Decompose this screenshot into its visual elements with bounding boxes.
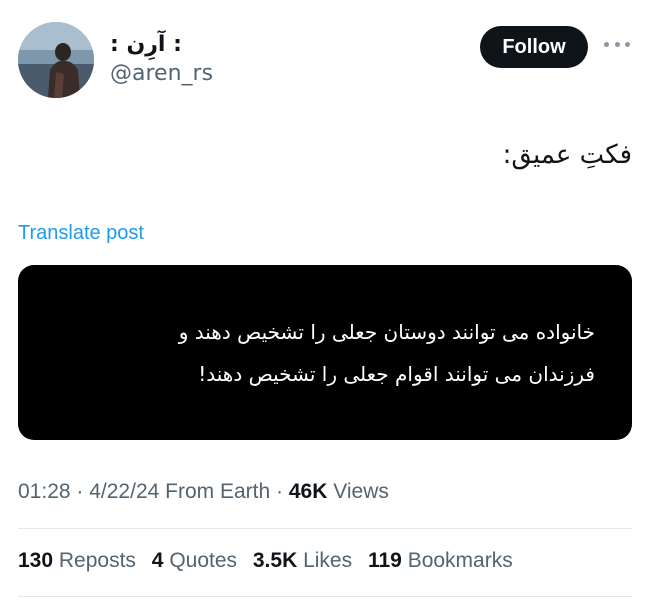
more-horizontal-icon[interactable] — [604, 38, 630, 50]
dot — [604, 41, 609, 47]
quotes-label: Quotes — [169, 549, 238, 572]
separator: · — [76, 480, 90, 503]
post-source: From Earth — [165, 480, 271, 503]
post-media-image[interactable]: خانواده می توانند دوستان جعلی را تشخیص د… — [18, 265, 632, 440]
dot — [614, 41, 620, 47]
author-handle[interactable]: @aren_rs — [110, 60, 213, 88]
likes-count: 3.5K — [252, 549, 298, 572]
quotes-count: 4 — [151, 549, 164, 572]
avatar[interactable] — [18, 22, 94, 98]
bookmarks-count: 119 — [367, 549, 402, 572]
engagement-stats: 130 Reposts 4 Quotes 3.5K Likes 119 Book… — [18, 549, 523, 573]
quotes-stat[interactable]: 4 Quotes — [152, 549, 237, 572]
post-header: ꞉ آرِن ꞉ @aren_rs Follow — [18, 22, 633, 102]
profile-photo — [18, 22, 94, 98]
divider — [18, 528, 632, 529]
views-label: Views — [333, 480, 389, 503]
reposts-stat[interactable]: 130 Reposts — [18, 549, 136, 572]
post-meta: 01:28 · 4/22/24 From Earth · 46K Views — [18, 480, 389, 504]
post-date[interactable]: 4/22/24 — [89, 480, 159, 503]
bookmarks-stat[interactable]: 119 Bookmarks — [368, 549, 513, 572]
divider — [18, 596, 632, 597]
views-count: 46K — [288, 480, 328, 503]
display-name[interactable]: ꞉ آرِن ꞉ — [110, 32, 213, 58]
bookmarks-label: Bookmarks — [407, 549, 513, 572]
media-text: خانواده می توانند دوستان جعلی را تشخیص د… — [55, 311, 595, 395]
post-time[interactable]: 01:28 — [18, 480, 71, 503]
media-text-line: فرزندان می توانند اقوام جعلی را تشخیص ده… — [198, 361, 595, 386]
likes-label: Likes — [303, 549, 353, 572]
separator: · — [276, 480, 289, 503]
author-names: ꞉ آرِن ꞉ @aren_rs — [110, 32, 213, 88]
likes-stat[interactable]: 3.5K Likes — [253, 549, 352, 572]
dot — [625, 41, 630, 47]
translate-post-link[interactable]: Translate post — [18, 222, 144, 245]
reposts-count: 130 — [18, 549, 54, 572]
follow-button[interactable]: Follow — [480, 26, 588, 68]
post-text: فکتِ عمیق: — [502, 140, 632, 170]
media-text-line: خانواده می توانند دوستان جعلی را تشخیص د… — [178, 319, 595, 344]
reposts-label: Reposts — [58, 549, 136, 572]
